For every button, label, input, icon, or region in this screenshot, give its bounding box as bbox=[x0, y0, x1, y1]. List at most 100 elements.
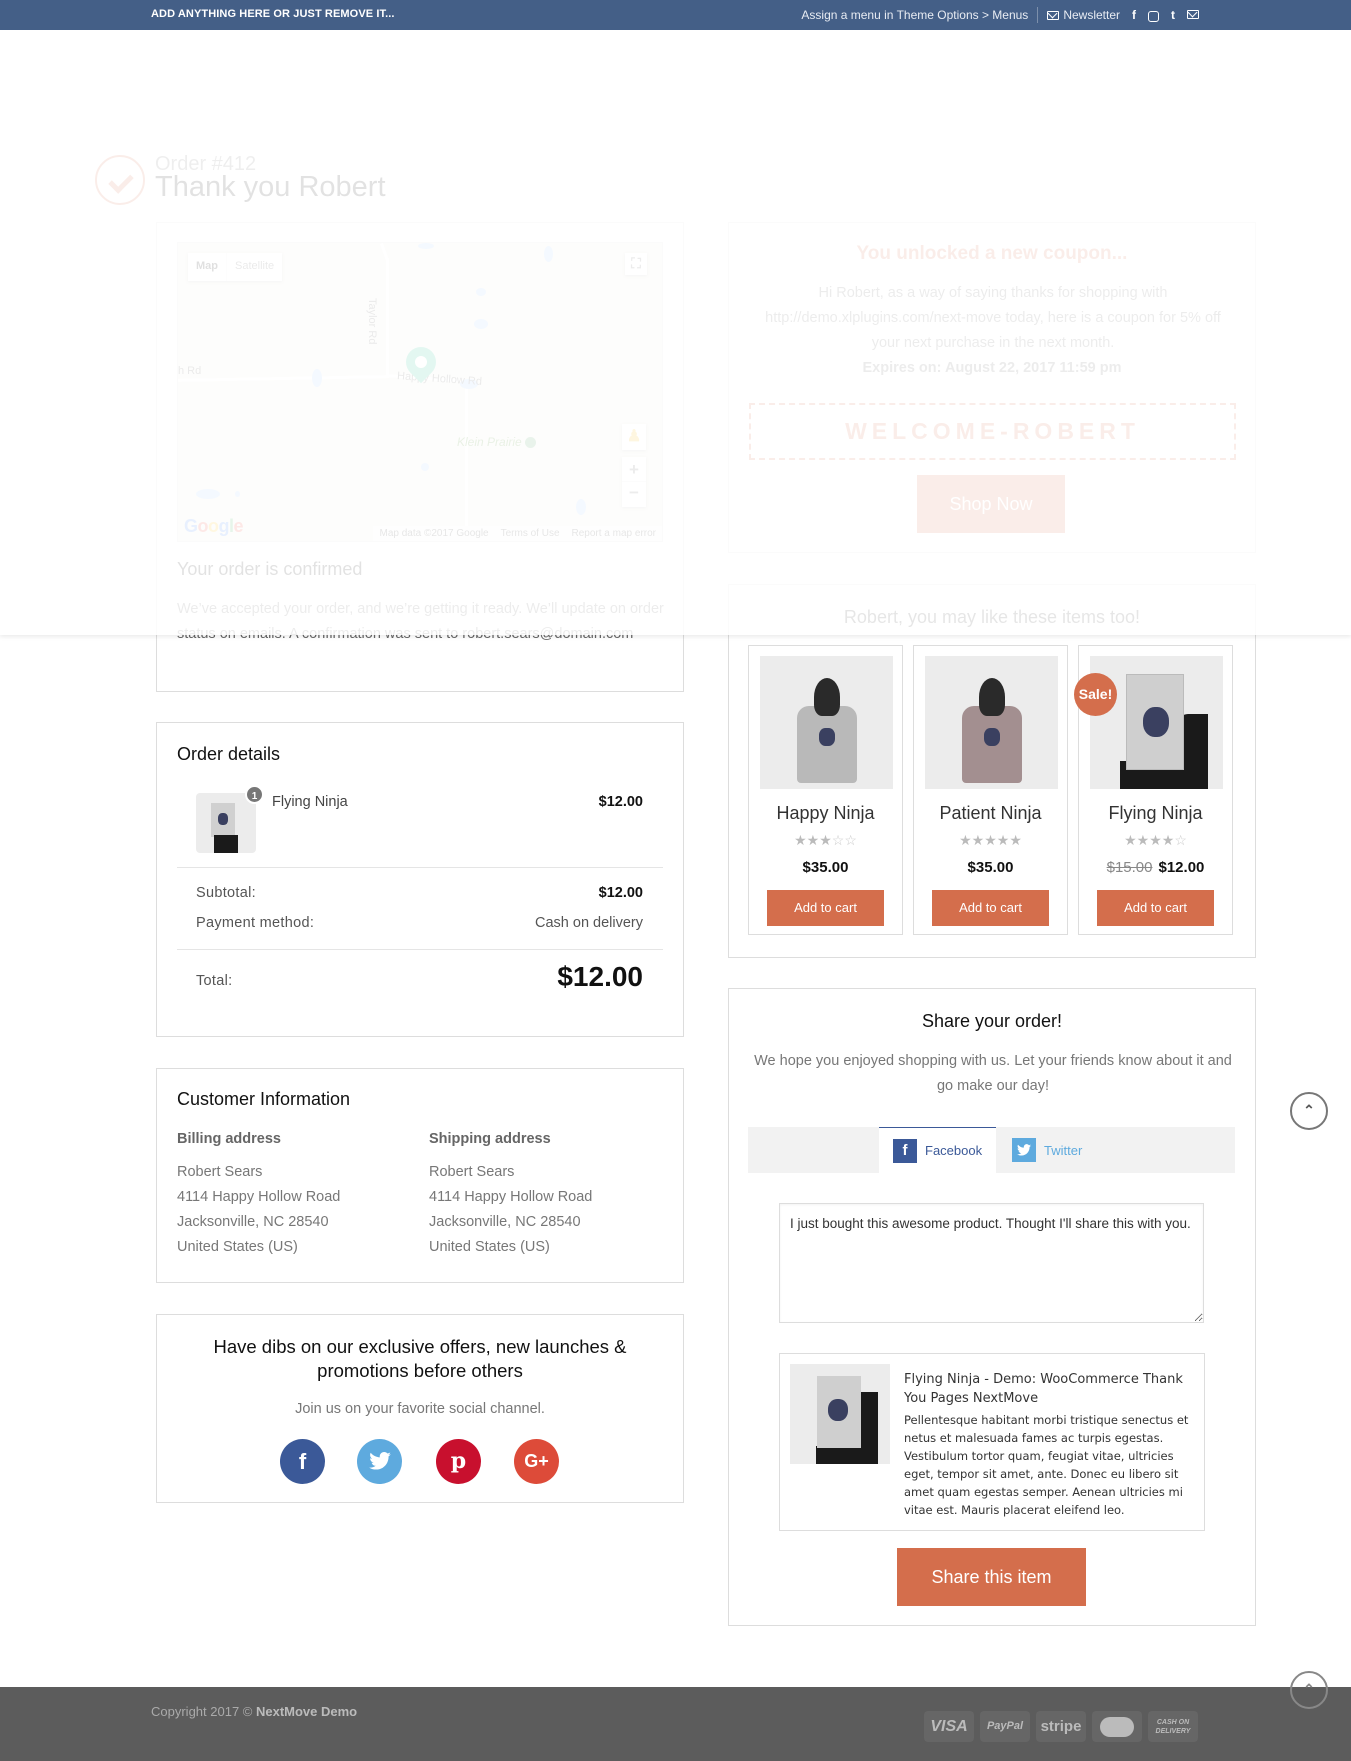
add-to-cart-button[interactable]: Add to cart bbox=[932, 890, 1049, 926]
customer-info-card: Customer Information Billing address Rob… bbox=[156, 1068, 684, 1283]
newsletter-link[interactable]: Newsletter bbox=[1047, 8, 1120, 22]
stripe-icon: stripe bbox=[1036, 1711, 1086, 1742]
top-bar-message: ADD ANYTHING HERE OR JUST REMOVE IT... bbox=[151, 8, 395, 20]
share-text: We hope you enjoyed shopping with us. Le… bbox=[754, 1053, 1232, 1094]
shipping-line: Jacksonville, NC 28540 bbox=[429, 1214, 581, 1230]
product-price: $35.00 bbox=[967, 859, 1014, 876]
shipping-line: United States (US) bbox=[429, 1239, 550, 1255]
footer: Copyright 2017 © NextMove Demo VISA PayP… bbox=[0, 1671, 1351, 1761]
share-item-button[interactable]: Share this item bbox=[897, 1548, 1086, 1606]
order-item-thumbnail bbox=[196, 793, 256, 853]
divider bbox=[177, 867, 663, 868]
product-card: Happy Ninja ★★★☆☆ $35.00 Add to cart bbox=[748, 645, 903, 935]
star-icon: ☆ bbox=[844, 832, 857, 848]
cash-on-delivery-icon: CASH ON DELIVERY bbox=[1148, 1711, 1198, 1742]
product-price: $15.00 $12.00 bbox=[1106, 859, 1205, 876]
brand-link[interactable]: NextMove Demo bbox=[256, 1704, 357, 1719]
twitter-icon[interactable]: t bbox=[1171, 8, 1175, 22]
star-icon: ★ bbox=[819, 832, 832, 848]
star-icon: ★ bbox=[959, 832, 972, 848]
billing-line: United States (US) bbox=[177, 1239, 298, 1255]
share-message-input[interactable]: I just bought this awesome product. Thou… bbox=[779, 1203, 1204, 1323]
facebook-icon[interactable]: f bbox=[1132, 8, 1136, 22]
star-icon: ★ bbox=[996, 832, 1010, 848]
star-icon: ★ bbox=[794, 832, 807, 848]
order-details-title: Order details bbox=[177, 744, 281, 764]
copyright: Copyright 2017 © NextMove Demo bbox=[151, 1704, 358, 1719]
subtotal-label: Subtotal: bbox=[196, 885, 256, 901]
divider bbox=[177, 949, 663, 950]
share-preview: Flying Ninja - Demo: WooCommerce Thank Y… bbox=[779, 1353, 1205, 1531]
share-title: Share your order! bbox=[921, 1011, 1063, 1031]
scroll-to-top-button[interactable]: ⌃ bbox=[1290, 1671, 1328, 1709]
share-preview-description: Pellentesque habitant morbi tristique se… bbox=[904, 1413, 1189, 1517]
billing-address: Billing address Robert Sears 4114 Happy … bbox=[177, 1131, 417, 1260]
star-rating: ★★★★☆ bbox=[1079, 832, 1232, 849]
mastercard-icon bbox=[1092, 1711, 1142, 1742]
newsletter-label: Newsletter bbox=[1063, 8, 1120, 22]
billing-label: Billing address bbox=[177, 1131, 281, 1147]
social-join-subtitle: Join us on your favorite social channel. bbox=[295, 1401, 545, 1417]
star-icon: ★ bbox=[1161, 832, 1175, 848]
shipping-line: Robert Sears bbox=[429, 1164, 515, 1180]
order-item-price: $12.00 bbox=[598, 794, 643, 810]
product-card: Patient Ninja ★★★★★ $35.00 Add to cart bbox=[913, 645, 1068, 935]
product-name[interactable]: Flying Ninja bbox=[1079, 803, 1232, 824]
billing-line: Jacksonville, NC 28540 bbox=[177, 1214, 329, 1230]
facebook-icon: f bbox=[893, 1138, 917, 1163]
payment-method-label: Payment method: bbox=[196, 915, 315, 931]
sale-badge: Sale! bbox=[1074, 673, 1117, 716]
paypal-icon: PayPal bbox=[980, 1711, 1030, 1742]
star-rating: ★★★★★ bbox=[914, 832, 1067, 849]
top-bar: ADD ANYTHING HERE OR JUST REMOVE IT... A… bbox=[0, 0, 1351, 30]
social-join-title: Have dibs on our exclusive offers, new l… bbox=[213, 1336, 627, 1381]
star-icon: ★ bbox=[971, 832, 985, 848]
star-icon: ★ bbox=[1009, 832, 1022, 848]
star-icon: ☆ bbox=[1174, 832, 1187, 848]
tab-facebook[interactable]: f Facebook bbox=[879, 1127, 996, 1173]
customer-info-title: Customer Information bbox=[177, 1089, 351, 1109]
add-to-cart-button[interactable]: Add to cart bbox=[767, 890, 884, 926]
facebook-icon[interactable]: f bbox=[280, 1439, 325, 1484]
star-icon: ☆ bbox=[831, 832, 845, 848]
share-tabs: f Facebook Twitter bbox=[748, 1127, 1235, 1173]
star-icon: ★ bbox=[984, 832, 997, 848]
tab-label: Facebook bbox=[925, 1143, 983, 1158]
tab-label: Twitter bbox=[1044, 1142, 1083, 1158]
old-price: $15.00 bbox=[1106, 859, 1153, 876]
product-name[interactable]: Happy Ninja bbox=[749, 803, 902, 824]
divider bbox=[1037, 7, 1039, 23]
google-plus-icon[interactable]: G+ bbox=[514, 1439, 559, 1484]
order-item-name[interactable]: Flying Ninja bbox=[272, 794, 348, 810]
star-icon: ★ bbox=[806, 832, 820, 848]
share-preview-title: Flying Ninja - Demo: WooCommerce Thank Y… bbox=[904, 1372, 1183, 1406]
add-to-cart-button[interactable]: Add to cart bbox=[1097, 890, 1214, 926]
visa-icon: VISA bbox=[924, 1711, 974, 1742]
product-price: $35.00 bbox=[802, 859, 849, 876]
instagram-icon[interactable] bbox=[1148, 10, 1159, 22]
star-rating: ★★★☆☆ bbox=[749, 832, 902, 849]
total-label: Total: bbox=[196, 973, 233, 989]
shipping-address: Shipping address Robert Sears 4114 Happy… bbox=[429, 1131, 669, 1260]
email-icon bbox=[1047, 10, 1060, 20]
tab-twitter[interactable]: Twitter bbox=[998, 1127, 1108, 1173]
menu-hint-link[interactable]: Assign a menu in Theme Options > Menus bbox=[801, 8, 1028, 22]
product-image[interactable] bbox=[1090, 656, 1223, 789]
scroll-to-top-button[interactable]: ⌃ bbox=[1290, 1092, 1328, 1130]
star-icon: ★ bbox=[1149, 832, 1162, 848]
star-icon: ★ bbox=[1124, 832, 1137, 848]
product-image[interactable] bbox=[925, 656, 1058, 789]
email-icon[interactable] bbox=[1187, 8, 1199, 22]
product-card: Sale! Flying Ninja ★★★★☆ $15.00 $12.00 Ad… bbox=[1074, 645, 1233, 935]
twitter-icon[interactable] bbox=[357, 1439, 402, 1484]
product-name[interactable]: Patient Ninja bbox=[914, 803, 1067, 824]
order-details-card: Order details 1 Flying Ninja $12.00 Subt… bbox=[156, 722, 684, 1037]
twitter-icon bbox=[1012, 1138, 1036, 1162]
payment-method-value: Cash on delivery bbox=[535, 915, 643, 931]
total-value: $12.00 bbox=[557, 961, 643, 992]
product-image[interactable] bbox=[760, 656, 893, 789]
quantity-badge: 1 bbox=[245, 785, 264, 804]
shipping-label: Shipping address bbox=[429, 1131, 551, 1147]
pinterest-icon[interactable]: p bbox=[436, 1439, 481, 1484]
subtotal-value: $12.00 bbox=[598, 885, 643, 901]
